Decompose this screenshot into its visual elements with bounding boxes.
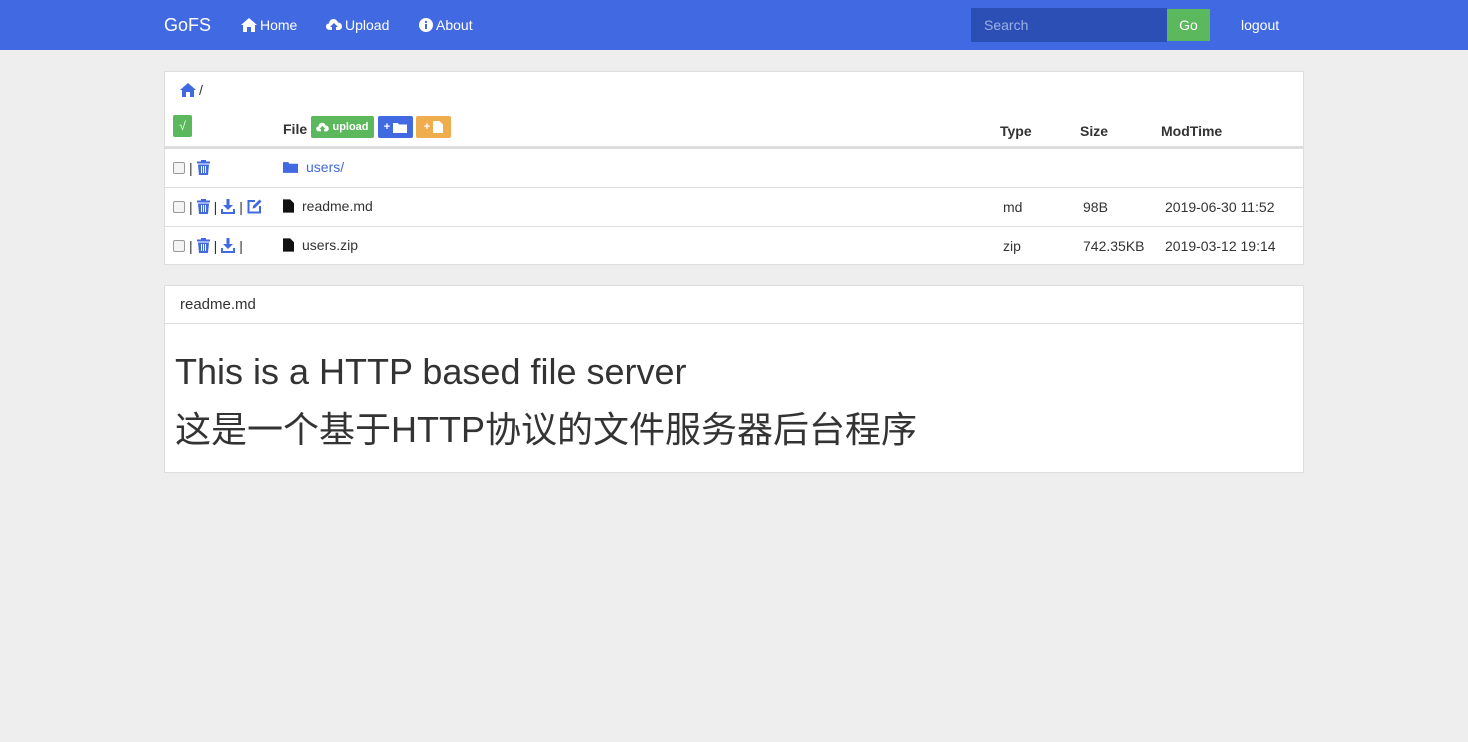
file-icon xyxy=(433,121,444,133)
file-modtime: 2019-03-12 19:14 xyxy=(1165,238,1276,254)
edit-icon[interactable] xyxy=(247,199,262,214)
action-separator: | xyxy=(189,198,193,215)
new-file-plus: + xyxy=(423,121,431,133)
trash-icon[interactable] xyxy=(196,199,210,214)
header-modtime: ModTime xyxy=(1161,123,1223,139)
readme-title: readme.md xyxy=(165,286,1303,324)
logout-link[interactable]: logout xyxy=(1241,16,1279,34)
new-file-button[interactable]: + xyxy=(416,116,451,138)
file-icon xyxy=(283,238,294,252)
file-name-link[interactable]: users.zip xyxy=(302,237,358,253)
navbar: GoFS Home Upload About Go logout xyxy=(0,0,1468,50)
file-type: md xyxy=(1003,199,1023,215)
action-separator: | xyxy=(213,237,218,254)
nav-upload[interactable]: Upload xyxy=(326,16,389,34)
trash-icon[interactable] xyxy=(196,238,210,253)
file-name-link[interactable]: readme.md xyxy=(302,198,373,214)
row-checkbox[interactable] xyxy=(173,161,185,174)
cloud-upload-icon xyxy=(326,19,342,30)
file-size: 98B xyxy=(1083,199,1108,215)
action-separator: | xyxy=(239,237,243,254)
file-modtime: 2019-06-30 11:52 xyxy=(1165,199,1275,215)
search-input[interactable] xyxy=(971,8,1167,42)
file-icon xyxy=(283,199,294,213)
select-all-button[interactable]: √ xyxy=(173,115,192,137)
row-checkbox[interactable] xyxy=(173,239,185,252)
table-row: | users/ xyxy=(165,148,1303,187)
folder-icon xyxy=(283,162,298,173)
action-separator: | xyxy=(189,159,193,176)
readme-heading-zh: 这是一个基于HTTP协议的文件服务器后台程序 xyxy=(175,409,917,450)
upload-button-label: upload xyxy=(332,121,369,133)
info-icon xyxy=(419,18,433,32)
readme-content: This is a HTTP based file server 这是一个基于H… xyxy=(165,324,1303,460)
nav-home-label: Home xyxy=(260,17,298,33)
action-separator: | xyxy=(239,198,243,215)
nav-home[interactable]: Home xyxy=(241,16,297,34)
new-folder-button[interactable]: + xyxy=(378,116,413,138)
brand-link[interactable]: GoFS xyxy=(164,15,211,35)
new-folder-plus: + xyxy=(383,121,391,133)
row-checkbox[interactable] xyxy=(173,200,185,213)
file-name-link[interactable]: users/ xyxy=(306,159,344,175)
action-separator: | xyxy=(213,198,218,215)
home-icon[interactable] xyxy=(180,83,196,97)
file-type: zip xyxy=(1003,238,1021,254)
nav-upload-label: Upload xyxy=(345,17,390,33)
breadcrumb-separator: / xyxy=(199,82,203,98)
upload-button[interactable]: upload xyxy=(311,116,374,138)
action-separator: | xyxy=(189,237,193,254)
cloud-upload-icon xyxy=(316,122,330,131)
header-type: Type xyxy=(1000,123,1032,139)
folder-icon xyxy=(393,122,408,133)
table-row: | | | readme.md md 98B 2019-06-30 11:52 xyxy=(165,187,1303,226)
header-size: Size xyxy=(1080,123,1109,139)
download-icon[interactable] xyxy=(221,199,236,214)
table-row: | | | users.zip zip 742.35KB 2019-03-12 … xyxy=(165,226,1303,265)
header-file: File xyxy=(283,121,308,137)
breadcrumb: / xyxy=(180,82,203,98)
trash-icon[interactable] xyxy=(196,160,210,175)
table-header: √ File upload + + Type Size ModTime xyxy=(165,112,1303,148)
nav-about[interactable]: About xyxy=(419,16,473,34)
file-size: 742.35KB xyxy=(1083,238,1145,254)
file-list-panel: / √ File upload + + Type Size ModTime | … xyxy=(164,71,1304,265)
search-go-button[interactable]: Go xyxy=(1167,9,1210,41)
nav-about-label: About xyxy=(436,17,473,33)
home-icon xyxy=(241,18,257,32)
readme-panel: readme.md This is a HTTP based file serv… xyxy=(164,285,1304,473)
readme-heading-en: This is a HTTP based file server xyxy=(175,351,687,392)
download-icon[interactable] xyxy=(221,238,236,253)
